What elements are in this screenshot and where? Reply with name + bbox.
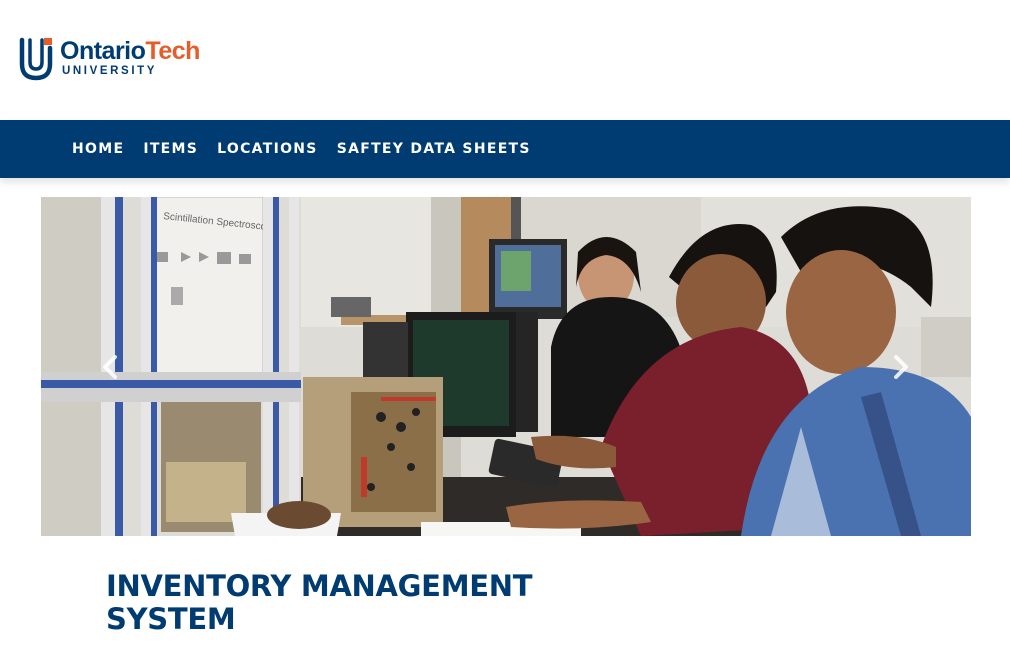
logo-name: OntarioTech bbox=[60, 36, 200, 66]
carousel-next-button[interactable] bbox=[886, 349, 916, 385]
page-title-line1: INVENTORY MANAGEMENT bbox=[106, 569, 533, 603]
carousel-slide-image: Scintillation Spectroscopy bbox=[41, 197, 971, 536]
chevron-right-icon bbox=[894, 355, 908, 379]
main-navigation: HOME ITEMS LOCATIONS SAFTEY DATA SHEETS bbox=[0, 120, 1010, 178]
nav-list: HOME ITEMS LOCATIONS SAFTEY DATA SHEETS bbox=[72, 120, 550, 178]
site-header: OntarioTech UNIVERSITY bbox=[0, 0, 1010, 120]
logo-wordmark: OntarioTech UNIVERSITY bbox=[60, 36, 200, 77]
hero-carousel: Scintillation Spectroscopy bbox=[41, 197, 971, 536]
logo-name-secondary: Tech bbox=[145, 37, 200, 65]
ontario-tech-shield-icon bbox=[19, 37, 53, 81]
nav-item-safety-data-sheets[interactable]: SAFTEY DATA SHEETS bbox=[337, 141, 531, 157]
page-title-line2: SYSTEM bbox=[106, 602, 236, 636]
logo-name-primary: Ontario bbox=[60, 37, 146, 65]
chevron-left-icon bbox=[103, 355, 117, 379]
carousel-prev-button[interactable] bbox=[95, 349, 125, 385]
logo-tagline: UNIVERSITY bbox=[62, 65, 158, 77]
nav-item-home[interactable]: HOME bbox=[72, 141, 124, 157]
nav-item-locations[interactable]: LOCATIONS bbox=[217, 141, 318, 157]
university-logo[interactable]: OntarioTech UNIVERSITY bbox=[18, 36, 200, 82]
page-title: INVENTORY MANAGEMENT SYSTEM bbox=[106, 570, 626, 636]
nav-item-items[interactable]: ITEMS bbox=[143, 141, 198, 157]
